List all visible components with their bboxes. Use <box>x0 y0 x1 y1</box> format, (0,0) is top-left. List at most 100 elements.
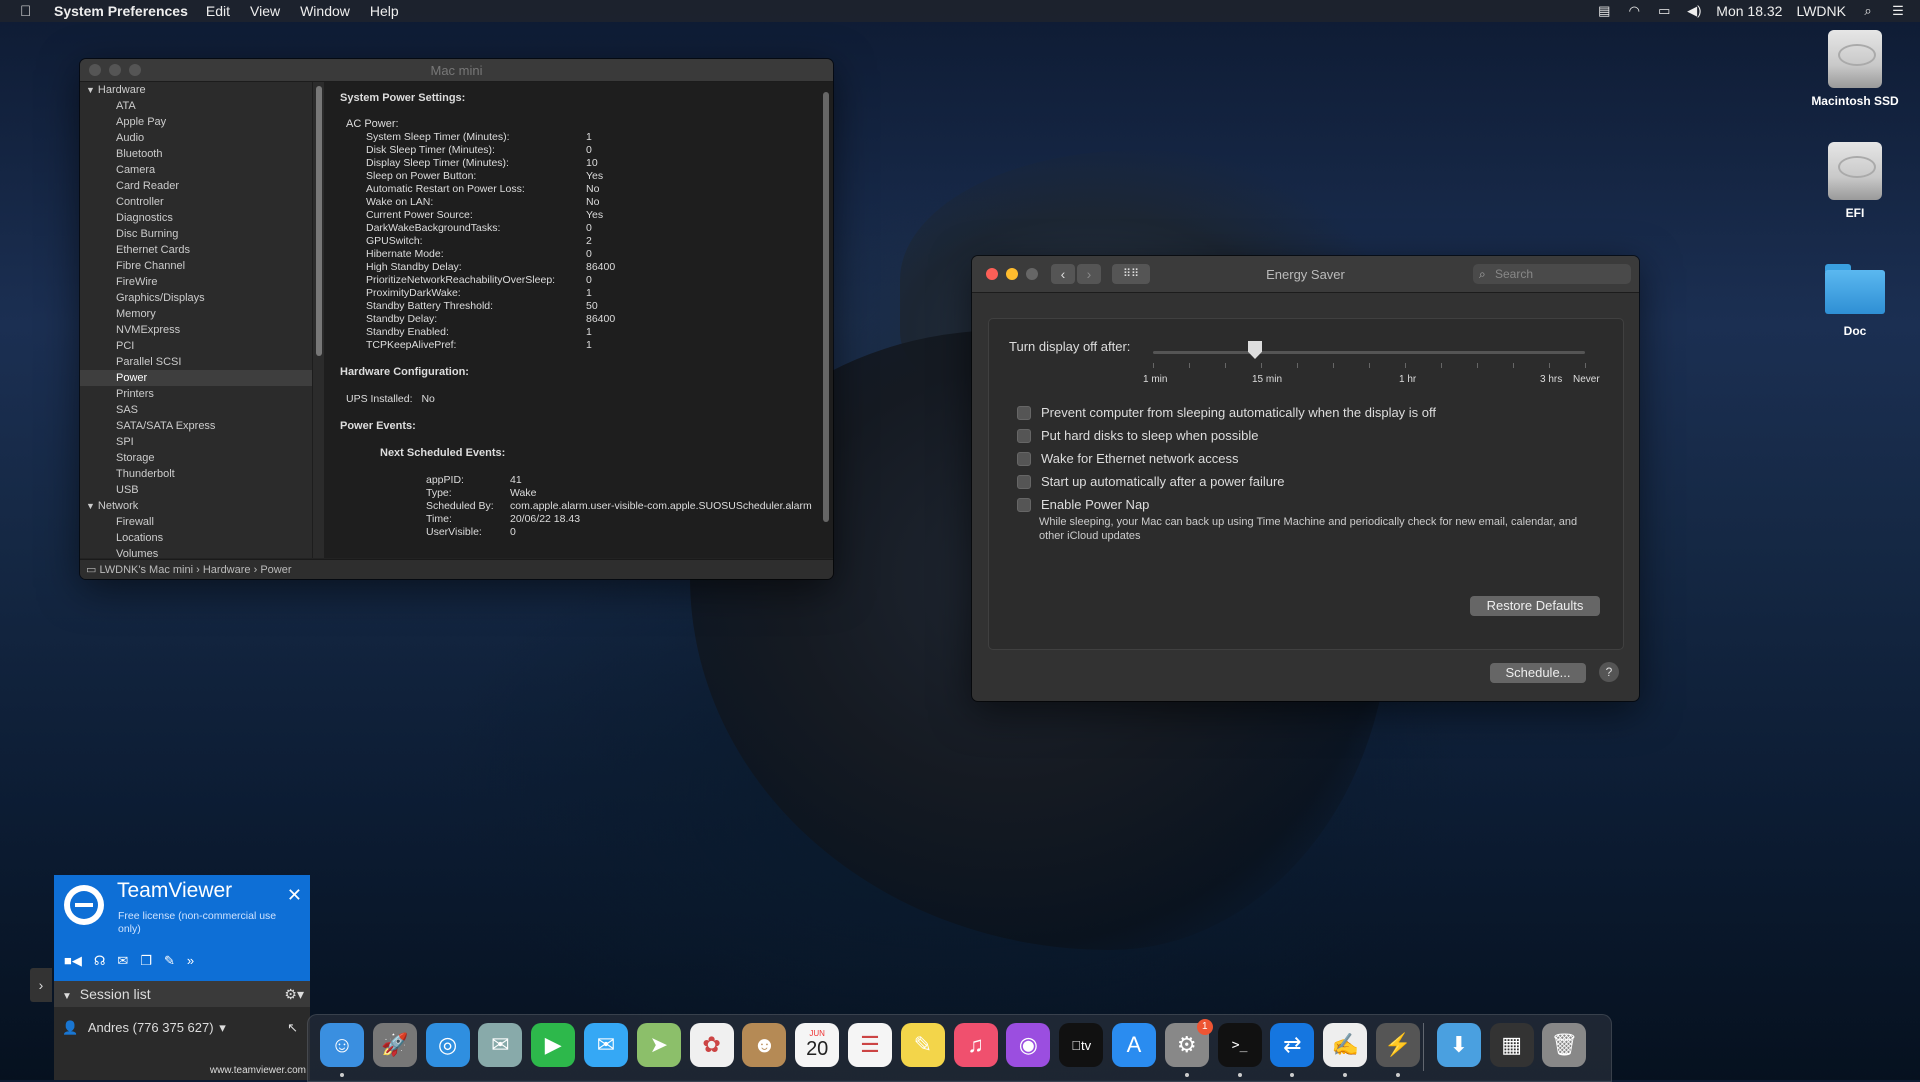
files-icon[interactable]: ❐ <box>140 953 152 969</box>
sidebar-item[interactable]: PCI <box>80 338 312 354</box>
sidebar-item[interactable]: SAS <box>80 402 312 418</box>
sidebar-item[interactable]: Thunderbolt <box>80 466 312 482</box>
preview-icon[interactable]: ✉ <box>478 1023 523 1067</box>
notes-icon[interactable]: ✎ <box>900 1023 945 1067</box>
textedit-icon[interactable]: ✍ <box>1323 1023 1368 1067</box>
checkbox[interactable] <box>1017 497 1031 512</box>
wifi-icon[interactable]: ◠ <box>1626 4 1642 18</box>
sidebar-item[interactable]: USB <box>80 482 312 498</box>
search-field[interactable]: ⌕ Search <box>1473 264 1631 284</box>
app-store-icon[interactable]: A <box>1112 1023 1156 1067</box>
checkbox[interactable] <box>1017 428 1031 443</box>
sidebar-item[interactable]: Locations <box>80 530 312 546</box>
contacts-icon[interactable]: ☻ <box>742 1023 787 1067</box>
checkbox[interactable] <box>1017 405 1031 420</box>
chat-icon[interactable]: ✉ <box>117 953 128 969</box>
launchpad-icon[interactable]: 🚀 <box>372 1023 417 1067</box>
airplay-icon[interactable]: ▭ <box>1656 4 1672 18</box>
sysinfo-titlebar[interactable]: Mac mini <box>80 59 833 82</box>
content-scrollbar[interactable] <box>819 82 833 558</box>
sidebar-item[interactable]: Storage <box>80 450 312 466</box>
sidebar-item[interactable]: Volumes <box>80 546 312 558</box>
sidebar-item[interactable]: SATA/SATA Express <box>80 418 312 434</box>
checkbox-wake-ethernet[interactable]: Wake for Ethernet network access <box>1017 451 1239 466</box>
music-icon[interactable]: ♫ <box>953 1023 998 1067</box>
checkbox-prevent-sleep[interactable]: Prevent computer from sleeping automatic… <box>1017 405 1436 420</box>
sidebar-item[interactable]: Card Reader <box>80 178 312 194</box>
energy-titlebar[interactable]: ‹ › ⠿⠿ Energy Saver ⌕ Search <box>972 256 1639 293</box>
sidebar-section-header[interactable]: ▼ Network <box>80 498 312 514</box>
safari-icon[interactable]: ◎ <box>425 1023 470 1067</box>
volume-icon[interactable]: ◀) <box>1686 4 1702 18</box>
headset-icon[interactable]: ☊ <box>94 953 106 969</box>
spotlight-search-icon[interactable]: ⌕ <box>1860 4 1876 18</box>
sidebar-item[interactable]: SPI <box>80 434 312 450</box>
breadcrumb-power[interactable]: Power <box>260 564 291 576</box>
checkbox[interactable] <box>1017 474 1031 489</box>
teamviewer-expand-arrow-icon[interactable]: › <box>30 968 52 1002</box>
tools-icon[interactable]: ✎ <box>164 953 175 969</box>
sidebar-section-header[interactable]: ▼ Hardware <box>80 82 312 98</box>
screenshot-stack-icon[interactable]: ▦ <box>1489 1023 1534 1067</box>
pointer-icon[interactable]: ↖ <box>287 1013 298 1043</box>
sidebar-item[interactable]: Ethernet Cards <box>80 242 312 258</box>
menu-window[interactable]: Window <box>300 3 350 19</box>
photos-icon[interactable]: ✿ <box>689 1023 734 1067</box>
menu-view[interactable]: View <box>250 3 280 19</box>
apple-tv-icon[interactable]: tv <box>1059 1023 1104 1067</box>
maps-icon[interactable]: ➤ <box>636 1023 681 1067</box>
checkbox-startup-power-failure[interactable]: Start up automatically after a power fai… <box>1017 474 1285 489</box>
menu-edit[interactable]: Edit <box>206 3 230 19</box>
sidebar-item[interactable]: Firewall <box>80 514 312 530</box>
notification-center-icon[interactable]: ☰ <box>1890 4 1906 18</box>
finder-icon[interactable]: ☺ <box>320 1023 364 1067</box>
schedule-button[interactable]: Schedule... <box>1490 663 1586 683</box>
checkbox-power-nap[interactable]: Enable Power Nap <box>1017 497 1149 512</box>
more-icon[interactable]: » <box>187 953 194 969</box>
sidebar-item[interactable]: Bluetooth <box>80 146 312 162</box>
sidebar-item[interactable]: Camera <box>80 162 312 178</box>
menu-user[interactable]: LWDNK <box>1796 3 1846 19</box>
breadcrumb-computer[interactable]: LWDNK's Mac mini <box>99 564 193 576</box>
sidebar-item[interactable]: FireWire <box>80 274 312 290</box>
teamviewer-icon[interactable]: ⇄ <box>1270 1023 1315 1067</box>
calendar-icon[interactable]: JUN 20 <box>795 1023 840 1067</box>
system-information-icon[interactable]: ⚡ <box>1376 1023 1420 1067</box>
checkbox[interactable] <box>1017 451 1031 466</box>
sidebar-item[interactable]: ATA <box>80 98 312 114</box>
disclosure-triangle-icon[interactable]: ▼ <box>86 501 95 511</box>
sidebar-item[interactable]: Controller <box>80 194 312 210</box>
sidebar-item[interactable]: Fibre Channel <box>80 258 312 274</box>
sidebar-item[interactable]: Apple Pay <box>80 114 312 130</box>
apple-menu-icon[interactable]:  <box>20 3 36 20</box>
checkbox-hard-disk-sleep[interactable]: Put hard disks to sleep when possible <box>1017 428 1259 443</box>
sidebar-item[interactable]: Audio <box>80 130 312 146</box>
disclosure-triangle-icon[interactable]: ▼ <box>86 85 95 95</box>
slider-thumb[interactable] <box>1248 341 1262 359</box>
video-icon[interactable]: ■◀ <box>64 953 82 969</box>
display-sleep-slider[interactable] <box>1153 351 1585 354</box>
terminal-icon[interactable]: >_ <box>1217 1023 1262 1067</box>
restore-defaults-button[interactable]: Restore Defaults <box>1470 596 1600 616</box>
session-list-header[interactable]: ▼ Session list ⚙▾ <box>54 981 310 1007</box>
system-preferences-icon[interactable]: ⚙ 1 <box>1164 1019 1213 1067</box>
close-icon[interactable]: ✕ <box>287 885 302 906</box>
reminders-icon[interactable]: ☰ <box>848 1023 892 1067</box>
activity-monitor-icon[interactable]: ▤ <box>1596 4 1612 18</box>
teamviewer-url[interactable]: www.teamviewer.com <box>210 1065 306 1076</box>
desktop-icon-efi[interactable]: EFI <box>1795 142 1915 220</box>
menu-help[interactable]: Help <box>370 3 399 19</box>
podcasts-icon[interactable]: ◉ <box>1006 1023 1051 1067</box>
sidebar-item[interactable]: Printers <box>80 386 312 402</box>
breadcrumb-hardware[interactable]: Hardware <box>203 564 251 576</box>
trash-icon[interactable]: 🗑 <box>1542 1023 1587 1067</box>
facetime-icon[interactable]: ▶ <box>531 1023 576 1067</box>
sidebar-item[interactable]: Power <box>80 370 312 386</box>
help-button[interactable]: ? <box>1599 662 1619 682</box>
sidebar-item[interactable]: Diagnostics <box>80 210 312 226</box>
menu-app-name[interactable]: System Preferences <box>54 3 188 19</box>
messages-icon[interactable]: ✉ <box>584 1023 628 1067</box>
sidebar-item[interactable]: Graphics/Displays <box>80 290 312 306</box>
gear-icon[interactable]: ⚙▾ <box>284 981 304 1007</box>
sidebar-item[interactable]: NVMExpress <box>80 322 312 338</box>
